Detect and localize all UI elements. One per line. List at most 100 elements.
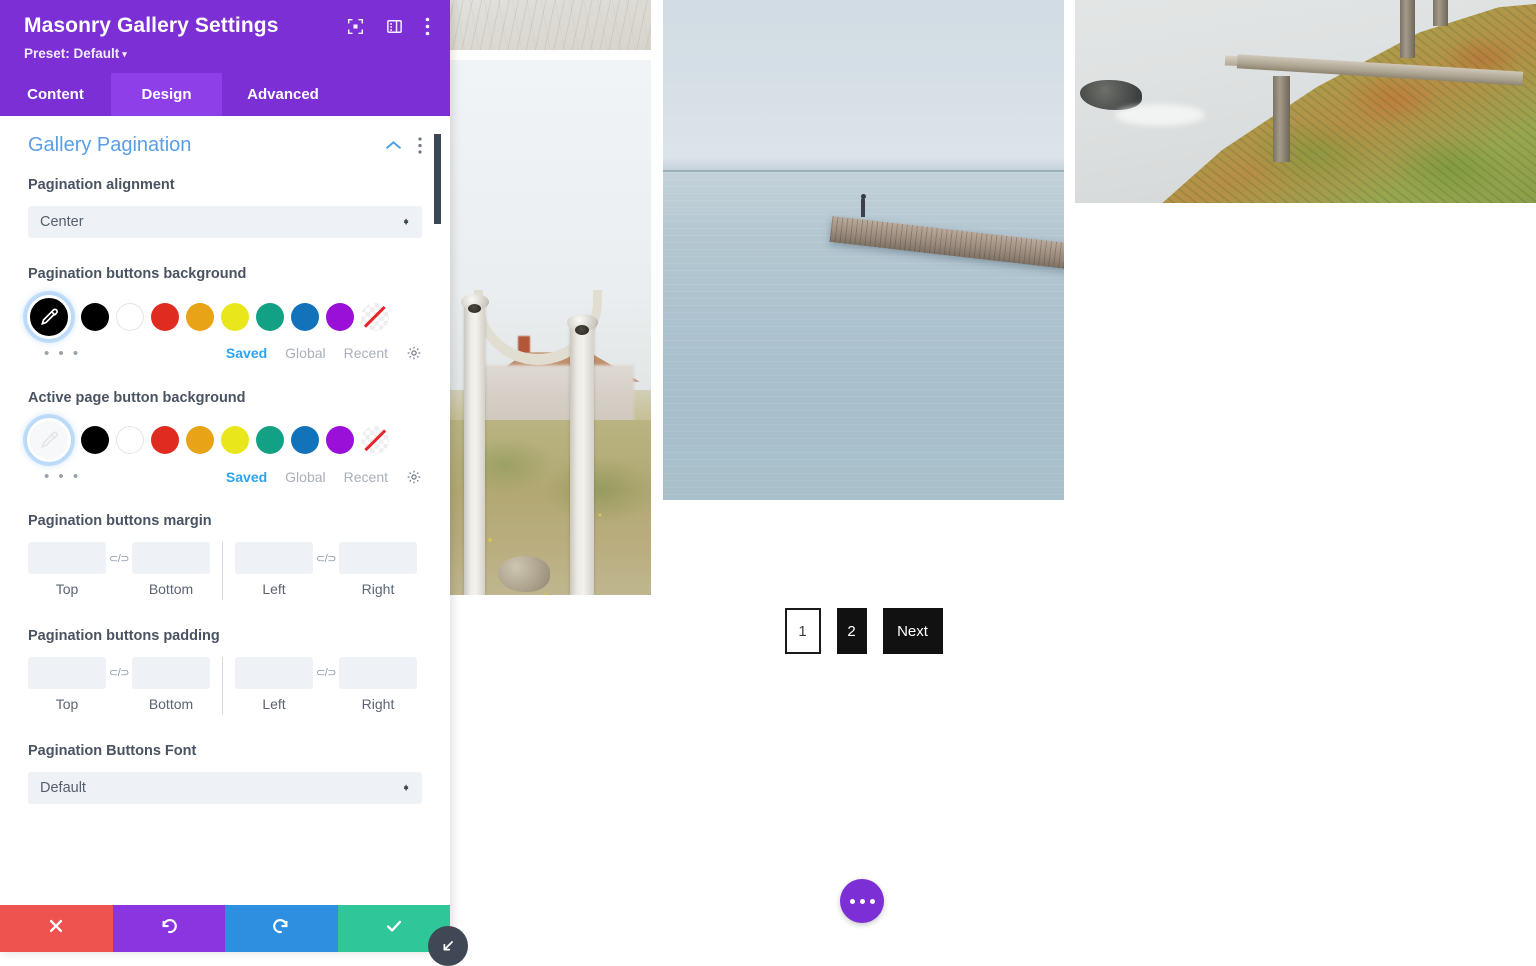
pagination-buttons-font-select[interactable]: Default ▲▼ [28, 772, 422, 804]
more-horizontal-icon [860, 899, 865, 904]
panel-tabs: Content Design Advanced [0, 73, 450, 116]
swatch-white[interactable] [116, 303, 144, 331]
link-margin-top-bottom-icon[interactable]: ⊂/⊃ [106, 542, 132, 574]
swatch-green[interactable] [256, 303, 284, 331]
swatch-blue[interactable] [291, 426, 319, 454]
swatch-blue[interactable] [291, 303, 319, 331]
sea-foam [1115, 104, 1205, 126]
eyedropper-icon[interactable] [27, 295, 71, 339]
check-icon [384, 916, 404, 941]
tab-content[interactable]: Content [0, 73, 111, 116]
swatch-tab-global[interactable]: Global [285, 469, 325, 485]
link-margin-left-right-icon[interactable]: ⊂/⊃ [313, 542, 339, 574]
panel-header: Masonry Gallery Settings [0, 0, 450, 73]
fence-post-right-hole [575, 325, 589, 335]
margin-top-input[interactable] [28, 542, 106, 574]
link-padding-left-right-icon[interactable]: ⊂/⊃ [313, 657, 339, 689]
margin-left-input[interactable] [235, 542, 313, 574]
ice-plant-vegetation [1151, 3, 1536, 203]
swatch-yellow[interactable] [221, 303, 249, 331]
chevron-up-icon[interactable] [385, 140, 402, 151]
label-pagination-buttons-padding: Pagination buttons padding [28, 626, 422, 648]
gallery-image-cliff[interactable] [1075, 0, 1536, 203]
padding-right-caption: Right [339, 696, 417, 712]
platform-post-b [1433, 0, 1448, 26]
margin-bottom-input[interactable] [132, 542, 210, 574]
gear-icon[interactable] [406, 345, 422, 361]
label-pagination-buttons-margin: Pagination buttons margin [28, 511, 422, 533]
tab-design[interactable]: Design [111, 73, 222, 116]
swatch-more-options[interactable]: • • • [28, 468, 81, 485]
gallery-image-pier[interactable] [663, 0, 1064, 500]
swatch-green[interactable] [256, 426, 284, 454]
cancel-button[interactable] [0, 905, 113, 952]
focus-icon[interactable] [347, 18, 364, 40]
swatch-red[interactable] [151, 303, 179, 331]
swatch-tab-recent[interactable]: Recent [344, 469, 388, 485]
platform-post-a [1400, 0, 1415, 58]
preset-label: Preset: Default [24, 46, 119, 61]
pagination-buttons-margin-group: Pagination buttons margin Top ⊂/⊃ Bottom [28, 511, 422, 600]
padding-bottom-input[interactable] [132, 657, 210, 689]
close-icon [47, 917, 65, 940]
gear-icon[interactable] [406, 469, 422, 485]
link-padding-top-bottom-icon[interactable]: ⊂/⊃ [106, 657, 132, 689]
swatch-yellow[interactable] [221, 426, 249, 454]
swatch-purple[interactable] [326, 303, 354, 331]
pagination-alignment-select[interactable]: Center ▲▼ [28, 206, 422, 238]
spacing-divider [222, 542, 223, 600]
swatch-white[interactable] [116, 426, 144, 454]
tab-advanced[interactable]: Advanced [222, 73, 344, 116]
pagination-buttons-font-value: Default [40, 780, 86, 796]
undo-button[interactable] [113, 905, 226, 952]
margin-left-caption: Left [235, 581, 313, 597]
more-horizontal-icon [850, 899, 855, 904]
label-pagination-alignment: Pagination alignment [28, 175, 422, 197]
swatch-orange[interactable] [186, 303, 214, 331]
label-active-page-button-background: Active page button background [28, 388, 422, 410]
eyedropper-icon[interactable] [27, 418, 71, 462]
swatch-tab-global[interactable]: Global [285, 345, 325, 361]
swatch-tab-recent[interactable]: Recent [344, 345, 388, 361]
panel-body: Gallery Pagination Pagination alignment [0, 116, 450, 905]
swatch-black[interactable] [81, 303, 109, 331]
resize-arrow-icon[interactable] [428, 926, 468, 966]
swatch-tab-saved[interactable]: Saved [226, 469, 267, 485]
fence-post-left [464, 302, 485, 595]
swatch-orange[interactable] [186, 426, 214, 454]
swatch-tab-saved[interactable]: Saved [226, 345, 267, 361]
select-arrows-icon: ▲▼ [402, 787, 410, 789]
gallery-image-dune[interactable] [450, 0, 651, 50]
page-settings-fab[interactable] [840, 879, 884, 923]
gallery-pagination: 1 2 Next [663, 608, 1064, 654]
padding-left-input[interactable] [235, 657, 313, 689]
pagination-page-1[interactable]: 1 [785, 608, 821, 654]
more-vertical-icon[interactable] [425, 17, 430, 41]
preset-selector[interactable]: Preset: Default▾ [24, 46, 430, 61]
buttons-background-meta: • • • Saved Global Recent [28, 345, 422, 362]
swatch-transparent[interactable] [361, 426, 389, 454]
padding-right-input[interactable] [339, 657, 417, 689]
active-page-background-meta: • • • Saved Global Recent [28, 468, 422, 485]
gallery-image-fence[interactable] [450, 60, 651, 595]
swatch-black[interactable] [81, 426, 109, 454]
padding-top-input[interactable] [28, 657, 106, 689]
swatch-transparent[interactable] [361, 303, 389, 331]
swatch-purple[interactable] [326, 426, 354, 454]
padding-bottom-caption: Bottom [132, 696, 210, 712]
rock [498, 556, 550, 592]
swatch-red[interactable] [151, 426, 179, 454]
redo-button[interactable] [225, 905, 338, 952]
pagination-alignment-value: Center [40, 214, 84, 230]
panel-scrollbar[interactable] [434, 134, 441, 224]
pagination-next-button[interactable]: Next [883, 608, 943, 654]
swatch-more-options[interactable]: • • • [28, 345, 81, 362]
margin-right-input[interactable] [339, 542, 417, 574]
buttons-background-swatches [28, 295, 422, 339]
fence-post-left-hole [468, 304, 481, 313]
section-more-vertical-icon[interactable] [418, 137, 422, 154]
section-title: Gallery Pagination [28, 134, 369, 157]
layout-icon[interactable] [386, 18, 403, 40]
pagination-page-2[interactable]: 2 [837, 608, 867, 654]
margin-bottom-caption: Bottom [132, 581, 210, 597]
